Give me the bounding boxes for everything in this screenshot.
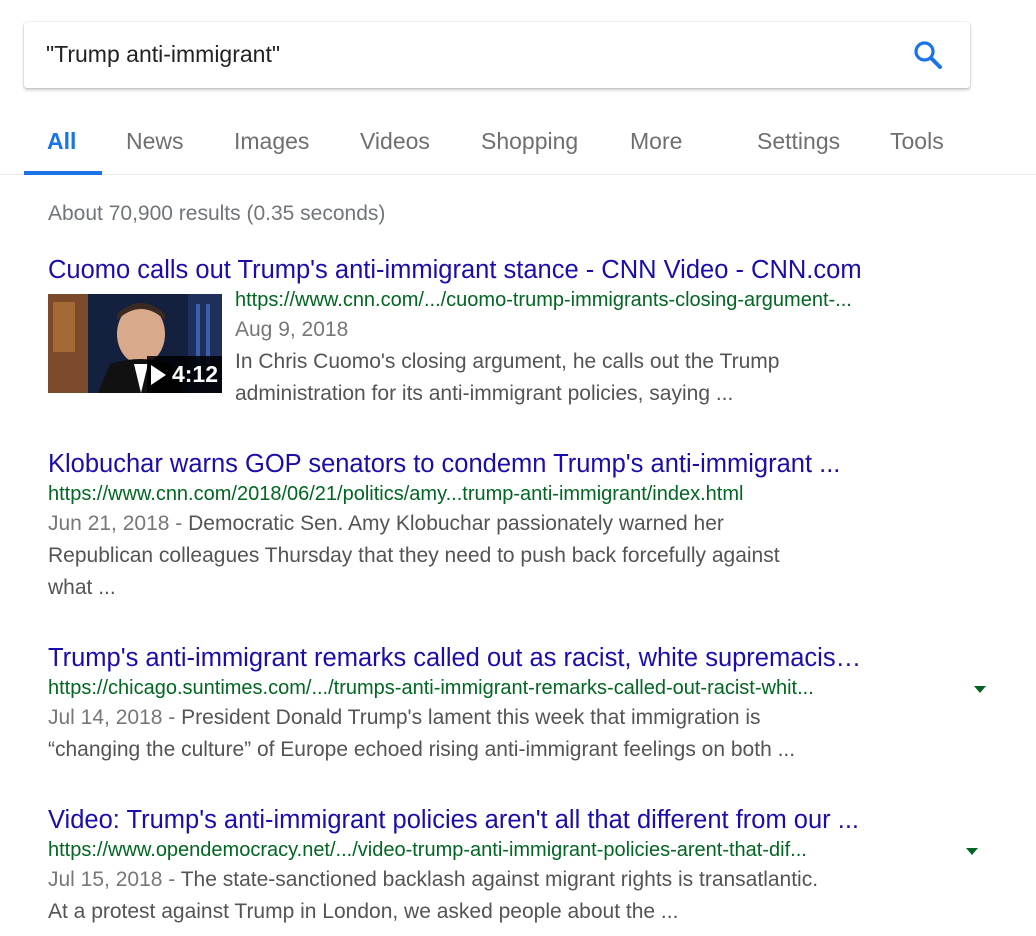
tab-videos[interactable]: Videos	[360, 128, 430, 155]
result-url[interactable]: https://chicago.suntimes.com/.../trumps-…	[48, 677, 966, 700]
result-title[interactable]: Klobuchar warns GOP senators to condemn …	[48, 450, 948, 479]
result-snippet: Republican colleagues Thursday that they…	[48, 544, 780, 567]
search-icon	[914, 41, 942, 69]
result-stats: About 70,900 results (0.35 seconds)	[48, 202, 386, 225]
result-date: Jul 15, 2018	[48, 868, 163, 891]
dropdown-arrow-icon[interactable]	[974, 686, 986, 693]
result-date: Jun 21, 2018	[48, 512, 170, 535]
result-snippet: Jun 21, 2018 - Democratic Sen. Amy Klobu…	[48, 512, 724, 535]
result-snippet: Jul 14, 2018 - President Donald Trump's …	[48, 706, 761, 729]
result-date: Aug 9, 2018	[235, 318, 349, 341]
result-title[interactable]: Trump's anti-immigrant remarks called ou…	[48, 644, 940, 673]
result-url[interactable]: https://www.cnn.com/2018/06/21/politics/…	[48, 483, 743, 506]
result-title[interactable]: Video: Trump's anti-immigrant policies a…	[48, 806, 948, 835]
result-snippet: At a protest against Trump in London, we…	[48, 900, 679, 923]
tab-all[interactable]: All	[47, 128, 76, 155]
play-icon	[150, 364, 166, 385]
search-input[interactable]	[46, 37, 866, 71]
video-thumbnail[interactable]: 4:12	[48, 294, 222, 393]
result-url[interactable]: https://www.opendemocracy.net/.../video-…	[48, 839, 958, 862]
result-snippet: Jul 15, 2018 - The state-sanctioned back…	[48, 868, 819, 891]
tab-news[interactable]: News	[126, 128, 184, 155]
result-title[interactable]: Cuomo calls out Trump's anti-immigrant s…	[48, 256, 948, 285]
search-tabs: All News Images Videos Shopping More Set…	[0, 104, 1036, 175]
tab-more[interactable]: More	[630, 128, 682, 155]
result-date: Jul 14, 2018	[48, 706, 163, 729]
tab-settings[interactable]: Settings	[757, 128, 840, 155]
tab-tools[interactable]: Tools	[890, 128, 944, 155]
duration-text: 4:12	[171, 361, 218, 387]
result-url[interactable]: https://www.cnn.com/.../cuomo-trump-immi…	[235, 289, 852, 312]
dropdown-arrow-icon[interactable]	[966, 848, 978, 855]
result-snippet: what ...	[48, 576, 116, 599]
tab-shopping[interactable]: Shopping	[481, 128, 578, 155]
result-snippet: administration for its anti-immigrant po…	[235, 382, 734, 405]
video-duration: 4:12	[146, 356, 222, 393]
tab-images[interactable]: Images	[234, 128, 309, 155]
result-snippet: “changing the culture” of Europe echoed …	[48, 738, 796, 761]
search-button[interactable]	[912, 39, 944, 71]
search-box	[24, 22, 970, 88]
result-snippet: In Chris Cuomo's closing argument, he ca…	[235, 350, 780, 373]
active-tab-indicator	[24, 171, 102, 175]
